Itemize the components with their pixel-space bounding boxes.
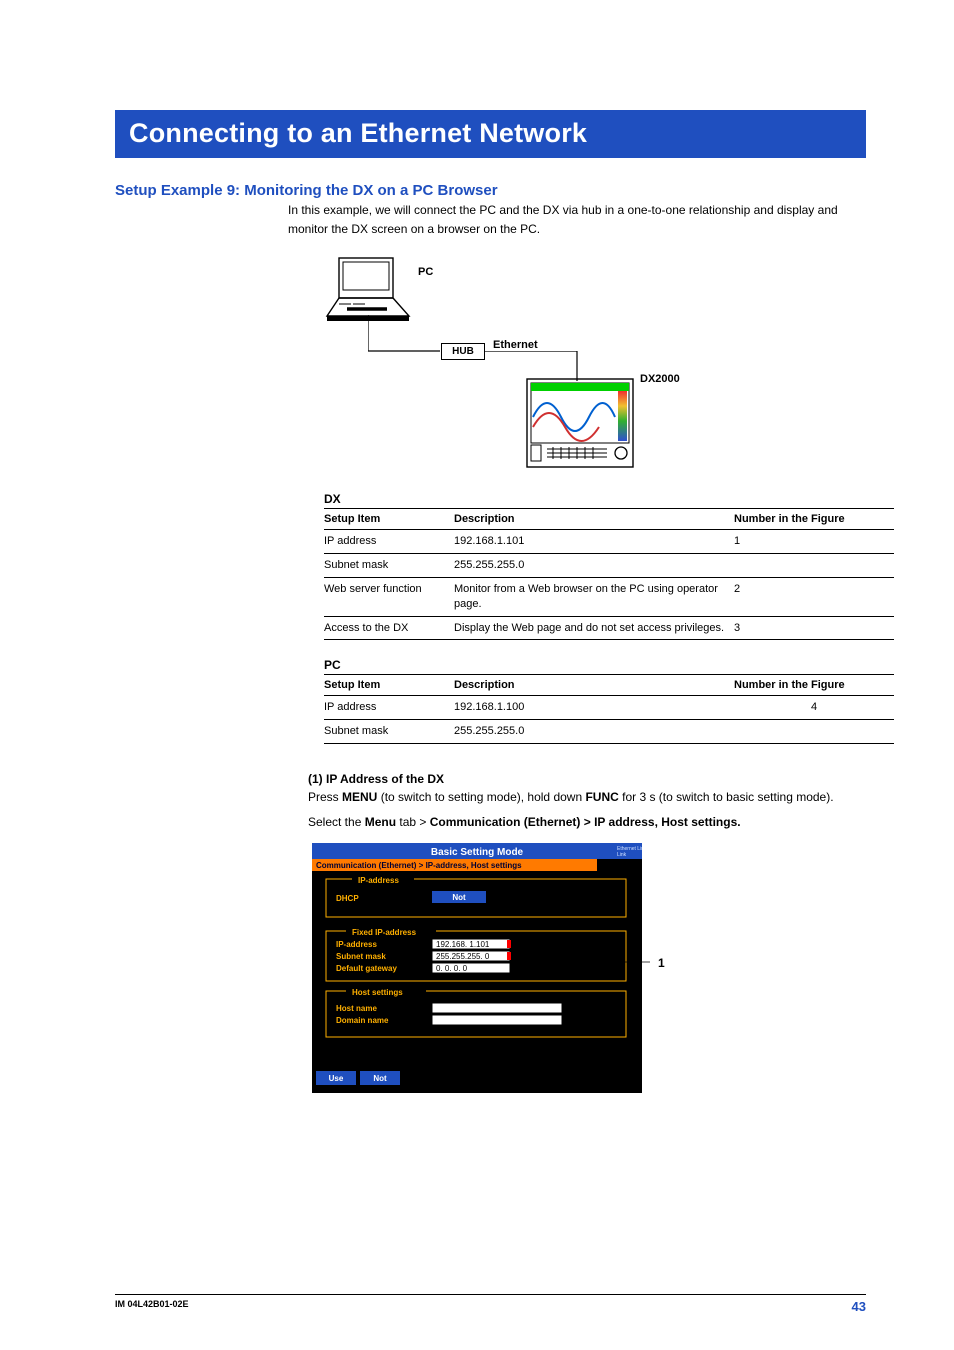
dx-th-num: Number in the Figure <box>734 509 894 530</box>
pc-label: PC <box>418 266 433 278</box>
svg-text:Default gateway: Default gateway <box>336 964 397 973</box>
svg-text:Link: Link <box>617 852 627 858</box>
s1-text: for 3 s (to switch to basic setting mode… <box>619 790 834 804</box>
svg-text:Subnet mask: Subnet mask <box>336 952 386 961</box>
callout-1: 1 <box>658 956 665 970</box>
svg-text:Host settings: Host settings <box>352 988 403 997</box>
pc-th-num: Number in the Figure <box>734 675 894 696</box>
table-row: IP address192.168.1.1004 <box>324 696 894 720</box>
svg-text:192.168. 1.101: 192.168. 1.101 <box>436 940 490 949</box>
table-row: Subnet mask255.255.255.0 <box>324 554 894 578</box>
dx-th-desc: Description <box>454 509 734 530</box>
svg-text:IP-address: IP-address <box>358 876 399 885</box>
s1-text: Press <box>308 790 342 804</box>
svg-text:IP-address: IP-address <box>336 940 377 949</box>
svg-text:Use: Use <box>329 1074 344 1083</box>
dx2000-label: DX2000 <box>640 373 680 385</box>
s1-text: Select the <box>308 815 365 829</box>
intro-paragraph: In this example, we will connect the PC … <box>288 201 866 238</box>
table-row: Access to the DXDisplay the Web page and… <box>324 616 894 640</box>
svg-text:DHCP: DHCP <box>336 894 359 903</box>
dx-th-item: Setup Item <box>324 509 454 530</box>
dx-recorder-icon <box>525 377 635 469</box>
svg-text:Communication (Ethernet) > IP-: Communication (Ethernet) > IP-address, H… <box>316 861 522 870</box>
s1-comm-eth: Communication (Ethernet) > IP address, H… <box>430 815 741 829</box>
page-footer: IM 04L42B01-02E 43 <box>115 1294 866 1314</box>
svg-text:Basic Setting Mode: Basic Setting Mode <box>431 847 524 858</box>
page-number: 43 <box>852 1299 866 1314</box>
svg-text:0. 0. 0. 0: 0. 0. 0. 0 <box>436 964 468 973</box>
pc-th-item: Setup Item <box>324 675 454 696</box>
table-row: Subnet mask255.255.255.0 <box>324 720 894 744</box>
network-diagram: PC HUB Ethernet DX2000 <box>288 250 866 482</box>
table-row: Web server functionMonitor from a Web br… <box>324 577 894 616</box>
dx-table: Setup Item Description Number in the Fig… <box>324 508 894 640</box>
svg-text:Host name: Host name <box>336 1004 377 1013</box>
s1-menu-tab: Menu <box>365 815 396 829</box>
hub-box: HUB <box>441 343 485 360</box>
pc-table: Setup Item Description Number in the Fig… <box>324 674 894 744</box>
s1-text: (to switch to setting mode), hold down <box>377 790 585 804</box>
section-1-title: (1) IP Address of the DX <box>308 772 866 786</box>
svg-text:Fixed IP-address: Fixed IP-address <box>352 928 417 937</box>
pc-th-desc: Description <box>454 675 734 696</box>
dx-table-title: DX <box>324 492 866 506</box>
s1-func: FUNC <box>585 790 618 804</box>
page-banner: Connecting to an Ethernet Network <box>115 110 866 158</box>
s1-text: tab > <box>396 815 430 829</box>
svg-text:Domain name: Domain name <box>336 1016 389 1025</box>
svg-text:Not: Not <box>373 1074 387 1083</box>
callout-line <box>510 954 660 974</box>
svg-text:255.255.255. 0: 255.255.255. 0 <box>436 952 490 961</box>
svg-text:Not: Not <box>452 893 466 902</box>
setup-example-title: Setup Example 9: Monitoring the DX on a … <box>115 182 866 199</box>
s1-menu: MENU <box>342 790 377 804</box>
doc-id: IM 04L42B01-02E <box>115 1299 189 1309</box>
pc-table-title: PC <box>324 658 866 672</box>
table-row: IP address192.168.1.1011 <box>324 530 894 554</box>
ethernet-label: Ethernet <box>493 339 538 351</box>
